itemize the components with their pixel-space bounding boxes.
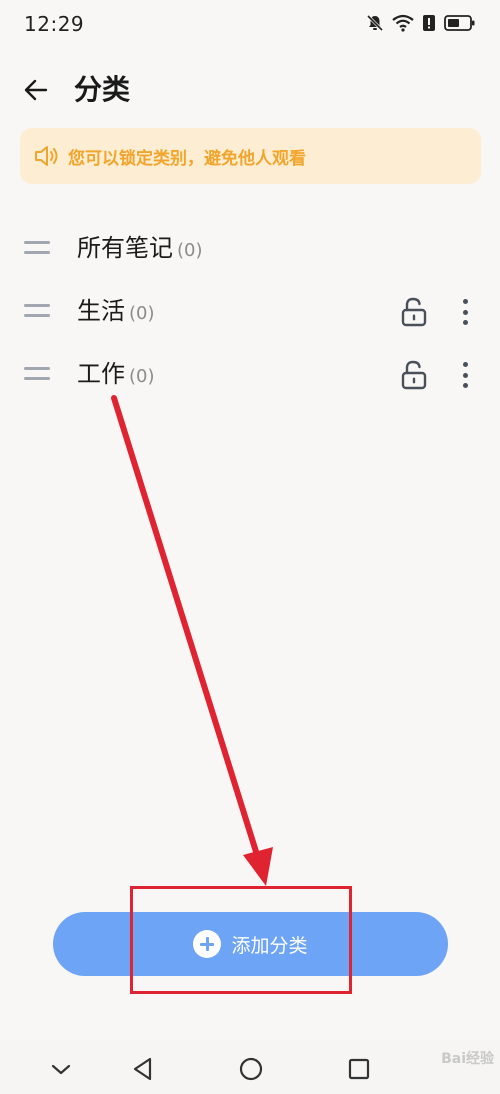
lock-button[interactable]	[400, 297, 428, 327]
header: 分类	[0, 62, 500, 118]
screen: 12:29 分类 您可以锁定类别，避免他人观看 所有笔记 (0) 生活 (0) …	[0, 0, 500, 1094]
back-button[interactable]	[18, 72, 54, 108]
category-label: 生活 (0)	[77, 295, 155, 330]
plus-circle-icon	[193, 930, 222, 958]
home-circle-icon	[239, 1057, 263, 1081]
category-count: (0)	[129, 366, 155, 387]
unlock-icon	[401, 360, 427, 390]
system-nav-bar	[0, 1040, 500, 1094]
bell-off-icon	[366, 14, 384, 32]
page-title: 分类	[74, 73, 131, 106]
category-label: 工作 (0)	[77, 358, 155, 393]
nav-back-button[interactable]	[130, 1056, 156, 1082]
add-category-button[interactable]: 添加分类	[53, 912, 448, 976]
category-row-life[interactable]: 生活 (0)	[0, 283, 500, 343]
notice-text: 您可以锁定类别，避免他人观看	[68, 148, 306, 169]
drag-handle-icon[interactable]	[24, 367, 50, 383]
drag-handle-icon[interactable]	[24, 304, 50, 320]
back-triangle-icon	[133, 1057, 152, 1081]
category-row-all-notes[interactable]: 所有笔记 (0)	[0, 220, 500, 280]
unlock-icon	[401, 297, 427, 327]
category-label: 所有笔记 (0)	[77, 232, 203, 267]
wifi-icon	[392, 14, 414, 32]
alert-icon	[423, 15, 435, 31]
status-icons	[366, 12, 476, 34]
status-time: 12:29	[24, 12, 85, 36]
lock-button[interactable]	[400, 360, 428, 390]
more-options-button[interactable]	[453, 297, 477, 327]
drag-handle-icon[interactable]	[24, 241, 50, 257]
nav-collapse-button[interactable]	[48, 1056, 74, 1082]
more-options-button[interactable]	[453, 360, 477, 390]
nav-recents-button[interactable]	[346, 1056, 372, 1082]
recents-square-icon	[348, 1058, 370, 1080]
category-count: (0)	[129, 303, 155, 324]
category-name: 生活	[77, 297, 125, 325]
nav-home-button[interactable]	[238, 1056, 264, 1082]
category-row-work[interactable]: 工作 (0)	[0, 346, 500, 406]
category-count: (0)	[177, 240, 203, 261]
chevron-down-icon	[51, 1064, 71, 1075]
add-category-label: 添加分类	[231, 934, 308, 957]
lock-notice-banner: 您可以锁定类别，避免他人观看	[20, 128, 481, 184]
category-name: 工作	[77, 360, 125, 388]
battery-icon	[444, 15, 475, 31]
status-bar: 12:29	[0, 0, 500, 48]
back-arrow-icon	[24, 79, 48, 101]
speaker-icon	[35, 146, 58, 166]
category-name: 所有笔记	[77, 234, 173, 262]
